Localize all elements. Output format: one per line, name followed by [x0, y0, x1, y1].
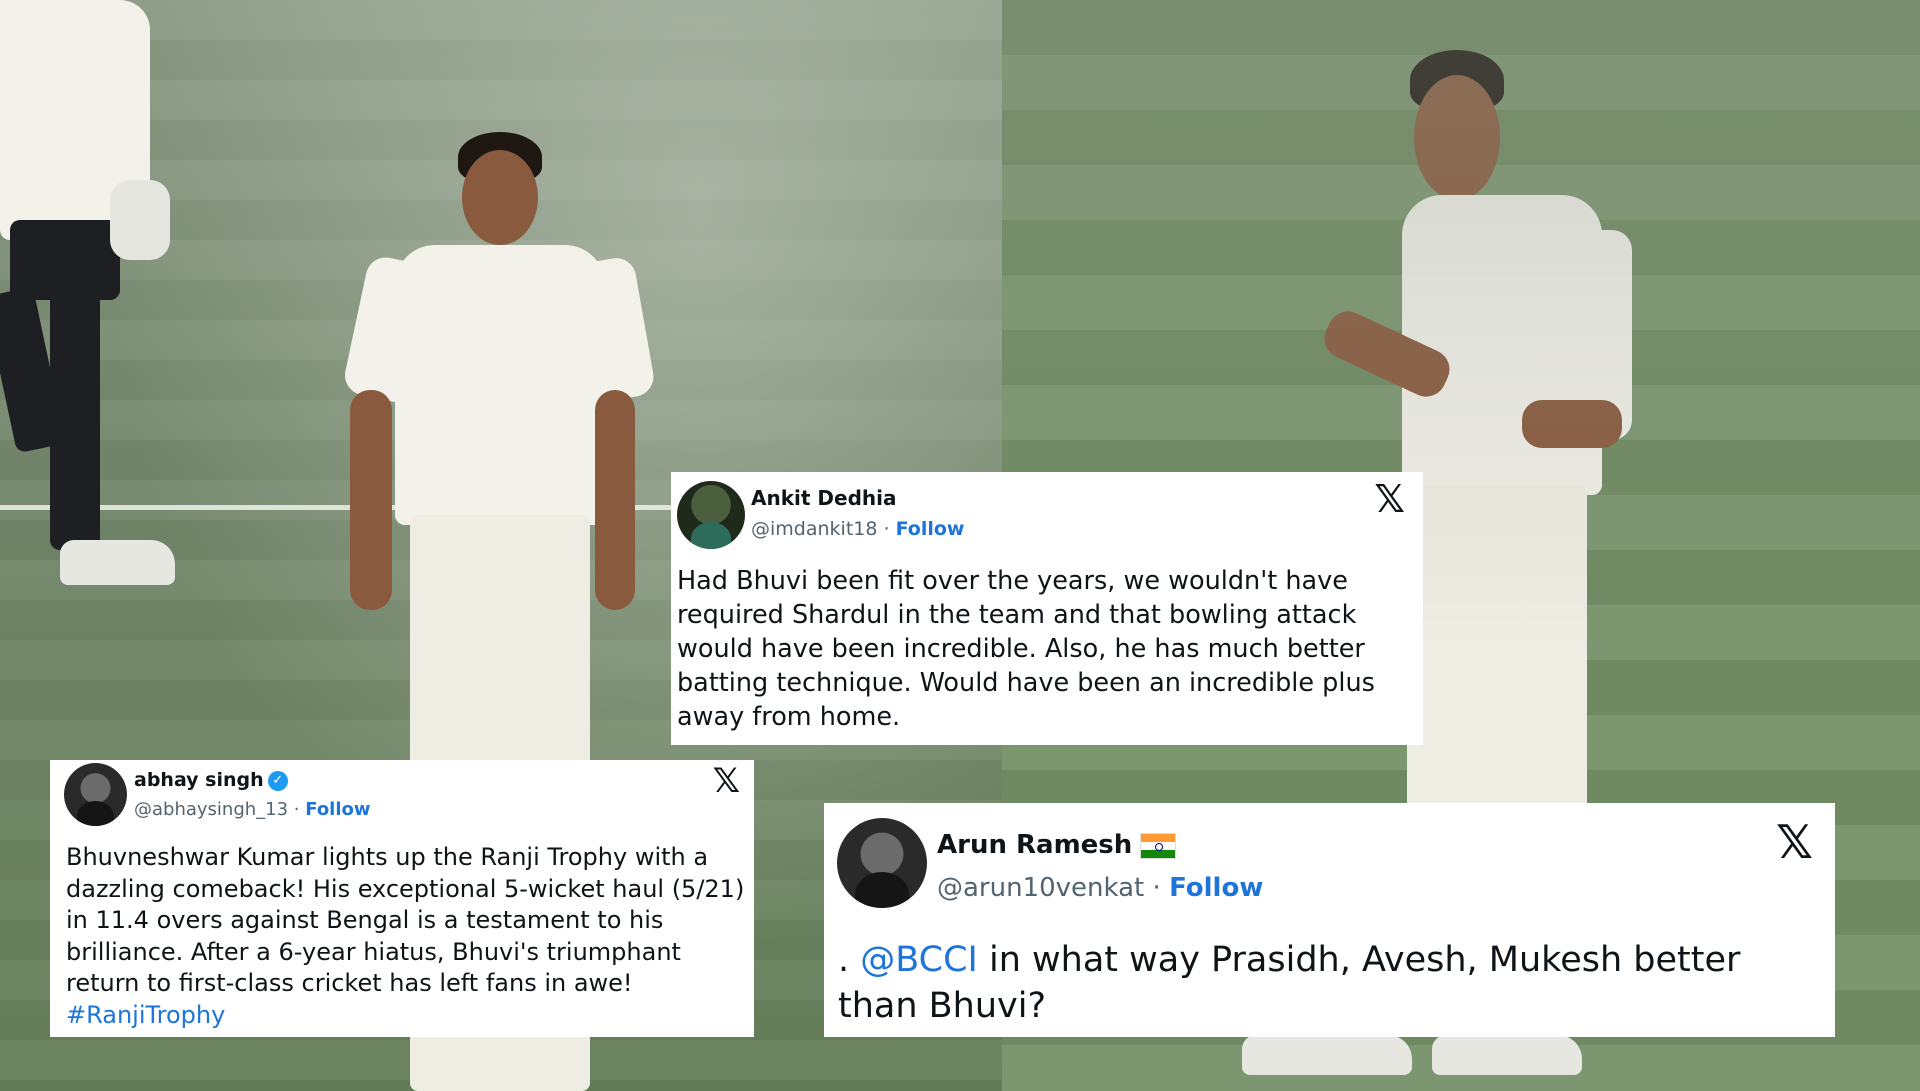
- tweet-author-name: abhay singh ✓: [134, 769, 288, 791]
- tweet-text: . @BCCI in what way Prasidh, Avesh, Muke…: [838, 937, 1818, 1029]
- tweet-card-abhay: abhay singh ✓ @abhaysingh_13 · Follow 𝕏 B…: [50, 760, 754, 1037]
- tweet-handle-line: @imdankit18 · Follow: [751, 518, 964, 540]
- umpire-figure: [0, 0, 180, 600]
- tweet-handle-line: @arun10venkat · Follow: [937, 873, 1263, 903]
- hashtag-link[interactable]: #RanjiTrophy: [66, 1001, 225, 1029]
- x-logo-icon[interactable]: 𝕏: [1776, 819, 1813, 865]
- tweet-author-name[interactable]: Ankit Dedhia: [751, 486, 896, 510]
- tweet-handle-line: @abhaysingh_13 · Follow: [134, 799, 371, 820]
- tweet-card-ankit: Ankit Dedhia @imdankit18 · Follow 𝕏 Had …: [671, 472, 1423, 745]
- tweet-text: Had Bhuvi been fit over the years, we wo…: [677, 566, 1375, 732]
- separator: ·: [288, 799, 306, 820]
- follow-button[interactable]: Follow: [896, 518, 965, 540]
- tweet-author-name-text[interactable]: Arun Ramesh: [937, 830, 1132, 860]
- follow-button[interactable]: Follow: [305, 799, 370, 820]
- mention-link[interactable]: @BCCI: [860, 940, 978, 980]
- tweet-author-name: Arun Ramesh: [937, 830, 1177, 860]
- separator: ·: [877, 518, 896, 540]
- tweet-text-body: Bhuvneshwar Kumar lights up the Ranji Tr…: [66, 843, 745, 997]
- avatar[interactable]: [677, 481, 745, 549]
- follow-button[interactable]: Follow: [1169, 873, 1263, 903]
- tweet-handle[interactable]: @arun10venkat: [937, 873, 1144, 903]
- india-flag-icon: [1140, 832, 1177, 859]
- tweet-text-prefix: .: [838, 940, 861, 980]
- avatar[interactable]: [64, 763, 127, 826]
- tweet-handle[interactable]: @imdankit18: [751, 518, 877, 540]
- tweet-card-arun: Arun Ramesh @arun10venkat · Follow 𝕏 . @…: [824, 803, 1835, 1037]
- tweet-text: Bhuvneshwar Kumar lights up the Ranji Tr…: [66, 842, 748, 1031]
- x-logo-icon[interactable]: 𝕏: [713, 764, 740, 798]
- avatar[interactable]: [837, 818, 927, 908]
- x-logo-icon[interactable]: 𝕏: [1374, 480, 1405, 518]
- separator: ·: [1144, 873, 1170, 903]
- tweet-author-name-text[interactable]: abhay singh: [134, 769, 264, 791]
- verified-badge-icon: ✓: [267, 770, 288, 791]
- tweet-handle[interactable]: @abhaysingh_13: [134, 799, 288, 820]
